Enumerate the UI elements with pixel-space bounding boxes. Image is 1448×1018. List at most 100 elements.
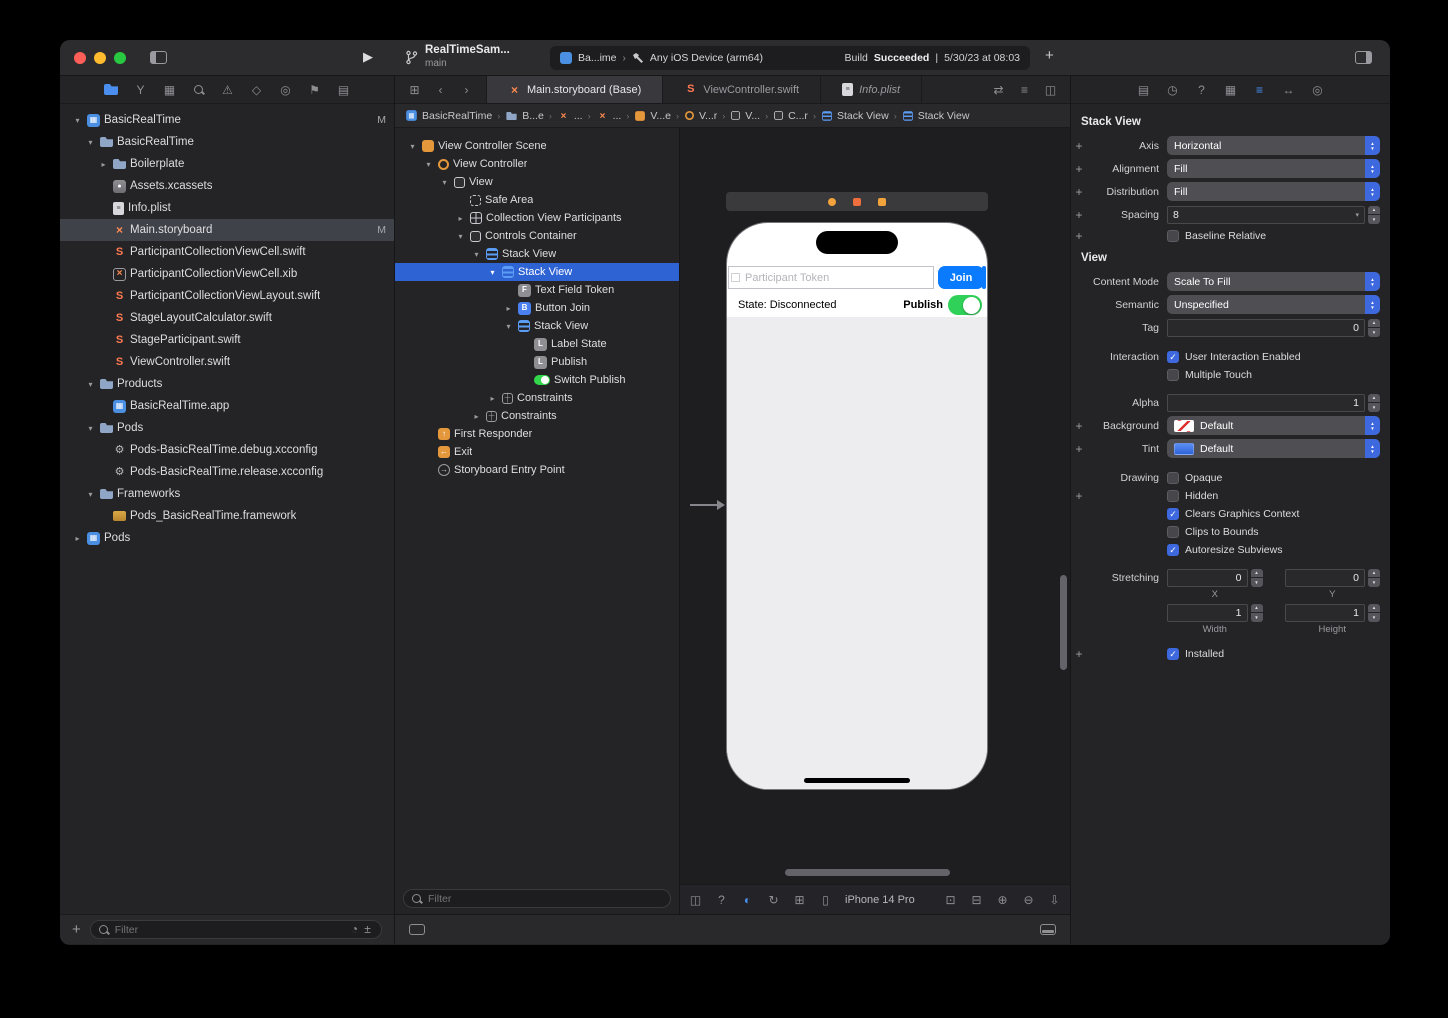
stretch-height-field[interactable]: 1 bbox=[1285, 604, 1366, 622]
stretch-x-field[interactable]: 0 bbox=[1167, 569, 1248, 587]
file-row[interactable]: ▸Pods bbox=[60, 527, 394, 549]
connections-inspector-icon[interactable]: ◎ bbox=[1311, 84, 1324, 96]
add-tab-button[interactable]: + bbox=[1045, 47, 1054, 64]
stretch-y-stepper[interactable]: ▲▼ bbox=[1368, 569, 1380, 587]
outline-row[interactable]: Switch Publish bbox=[395, 371, 679, 389]
distribution-popup[interactable]: Fill bbox=[1167, 182, 1380, 201]
disclosure-chevron[interactable]: ▸ bbox=[503, 304, 514, 313]
file-row[interactable]: Main.storyboardM bbox=[60, 219, 394, 241]
scheme-project-area[interactable]: RealTimeSam... main bbox=[405, 44, 510, 70]
disclosure-chevron[interactable]: ▾ bbox=[487, 268, 498, 277]
size-inspector-icon[interactable]: ↔ bbox=[1282, 84, 1295, 96]
back-icon[interactable]: ‹ bbox=[434, 84, 447, 96]
minimize-window-button[interactable] bbox=[94, 52, 106, 64]
disclosure-chevron[interactable]: ▸ bbox=[455, 214, 466, 223]
clips-to-bounds-checkbox[interactable] bbox=[1167, 526, 1179, 538]
alpha-field[interactable]: 1 bbox=[1167, 394, 1365, 412]
file-row[interactable]: ▾BasicRealTime bbox=[60, 131, 394, 153]
disclosure-chevron[interactable]: ▸ bbox=[487, 394, 498, 403]
disclosure-chevron[interactable]: ▾ bbox=[455, 232, 466, 241]
spacing-field[interactable]: 8 ▾ bbox=[1167, 206, 1365, 224]
editor-pane-icon[interactable]: ◫ bbox=[689, 894, 702, 906]
file-row[interactable]: Pods_BasicRealTime.framework bbox=[60, 505, 394, 527]
attributes-inspector-icon[interactable]: ≡ bbox=[1253, 84, 1266, 96]
baseline-relative-checkbox[interactable] bbox=[1167, 230, 1179, 242]
toggle-inspector-button[interactable] bbox=[1355, 51, 1372, 69]
device-icon[interactable]: ▯ bbox=[819, 894, 832, 906]
orientation-icon[interactable]: ↻ bbox=[767, 894, 780, 906]
tag-stepper[interactable]: ▲▼ bbox=[1368, 319, 1380, 337]
breadcrumb-item[interactable]: Stack View bbox=[902, 110, 970, 122]
issues-navigator-icon[interactable]: ⚠ bbox=[221, 84, 234, 96]
disclosure-chevron[interactable]: ▾ bbox=[85, 138, 96, 147]
outline-filter-input[interactable] bbox=[428, 893, 663, 905]
recent-filter-icon[interactable]: ◔ bbox=[348, 923, 361, 935]
add-distribution-variation-button[interactable]: + bbox=[1071, 185, 1087, 199]
semantic-popup[interactable]: Unspecified bbox=[1167, 295, 1380, 314]
file-row[interactable]: ▾Products bbox=[60, 373, 394, 395]
disclosure-chevron[interactable]: ▸ bbox=[471, 412, 482, 421]
find-navigator-icon[interactable] bbox=[192, 84, 205, 96]
help-icon[interactable]: ? bbox=[715, 894, 728, 906]
disclosure-chevron[interactable]: ▾ bbox=[72, 116, 83, 125]
file-inspector-icon[interactable]: ▤ bbox=[1137, 84, 1150, 96]
stretch-width-field[interactable]: 1 bbox=[1167, 604, 1248, 622]
breadcrumb-item[interactable]: V...r bbox=[684, 110, 717, 122]
scm-filter-icon[interactable]: ± bbox=[361, 923, 374, 935]
source-control-navigator-icon[interactable]: Y bbox=[134, 84, 147, 96]
breadcrumb-item[interactable]: V...e bbox=[634, 110, 671, 122]
content-mode-popup[interactable]: Scale To Fill bbox=[1167, 272, 1380, 291]
hidden-checkbox[interactable] bbox=[1167, 490, 1179, 502]
iphone-canvas-device[interactable]: Join State: Disconnected Publish bbox=[726, 222, 988, 790]
tests-navigator-icon[interactable]: ◇ bbox=[250, 84, 263, 96]
stretch-height-stepper[interactable]: ▲▼ bbox=[1368, 604, 1380, 622]
file-row[interactable]: P​ods-BasicRealTime.debug.xcconfig bbox=[60, 439, 394, 461]
outline-row[interactable]: Label State bbox=[395, 335, 679, 353]
file-row[interactable]: Pods-BasicRealTime.release.xcconfig bbox=[60, 461, 394, 483]
view-controller-icon[interactable] bbox=[828, 198, 836, 206]
outline-row[interactable]: Text Field Token bbox=[395, 281, 679, 299]
toggle-navigator-button[interactable] bbox=[150, 51, 167, 69]
file-row[interactable]: ParticipantCollectionViewLayout.swift bbox=[60, 285, 394, 307]
disclosure-chevron[interactable]: ▾ bbox=[423, 160, 434, 169]
outline-row[interactable]: ▾View Controller Scene bbox=[395, 137, 679, 155]
view-controller-scene-header[interactable] bbox=[726, 192, 988, 211]
bookmarks-navigator-icon[interactable]: ▦ bbox=[163, 84, 176, 96]
minimap-icon[interactable]: ≡ bbox=[1018, 84, 1031, 96]
user-interaction-checkbox[interactable] bbox=[1167, 351, 1179, 363]
installed-checkbox[interactable] bbox=[1167, 648, 1179, 660]
add-alignment-variation-button[interactable]: + bbox=[1071, 162, 1087, 176]
canvas-horizontal-scrollbar[interactable] bbox=[785, 869, 950, 876]
multiple-touch-checkbox[interactable] bbox=[1167, 369, 1179, 381]
disclosure-chevron[interactable]: ▾ bbox=[503, 322, 514, 331]
file-row[interactable]: StageLayoutCalculator.swift bbox=[60, 307, 394, 329]
breadcrumb-item[interactable]: B...e bbox=[505, 110, 544, 122]
file-row[interactable]: ▸Boilerplate bbox=[60, 153, 394, 175]
participant-token-field[interactable] bbox=[728, 266, 934, 289]
related-items-icon[interactable]: ⊞ bbox=[408, 84, 421, 96]
stretch-x-stepper[interactable]: ▲▼ bbox=[1251, 569, 1263, 587]
identity-inspector-icon[interactable]: ▦ bbox=[1224, 84, 1237, 96]
add-editor-icon[interactable]: ◫ bbox=[1044, 84, 1057, 96]
close-window-button[interactable] bbox=[74, 52, 86, 64]
editor-tab[interactable]: Main.storyboard (Base) bbox=[486, 76, 663, 103]
quick-help-inspector-icon[interactable]: ? bbox=[1195, 84, 1208, 96]
outline-row[interactable]: ▾Controls Container bbox=[395, 227, 679, 245]
clears-graphics-checkbox[interactable] bbox=[1167, 508, 1179, 520]
code-review-icon[interactable]: ⇄ bbox=[992, 84, 1005, 96]
outline-row[interactable]: ▾Stack View bbox=[395, 263, 679, 281]
breadcrumb-item[interactable]: C...r bbox=[773, 110, 808, 122]
disclosure-chevron[interactable]: ▸ bbox=[72, 534, 83, 543]
editor-tab[interactable]: ViewController.swift bbox=[663, 76, 821, 103]
background-popup[interactable]: Default bbox=[1167, 416, 1380, 435]
stretch-width-stepper[interactable]: ▲▼ bbox=[1251, 604, 1263, 622]
outline-row[interactable]: ▸Collection View Participants bbox=[395, 209, 679, 227]
add-hidden-variation-button[interactable]: + bbox=[1071, 489, 1087, 503]
file-row[interactable]: ▾BasicRealTimeM bbox=[60, 109, 394, 131]
outline-row[interactable]: ▾Stack View bbox=[395, 317, 679, 335]
tag-field[interactable]: 0 bbox=[1167, 319, 1365, 337]
run-button[interactable]: ▶ bbox=[363, 49, 373, 65]
outline-row[interactable]: ▸Button Join bbox=[395, 299, 679, 317]
add-tint-variation-button[interactable]: + bbox=[1071, 442, 1087, 456]
outline-row[interactable]: ▾Stack View bbox=[395, 245, 679, 263]
